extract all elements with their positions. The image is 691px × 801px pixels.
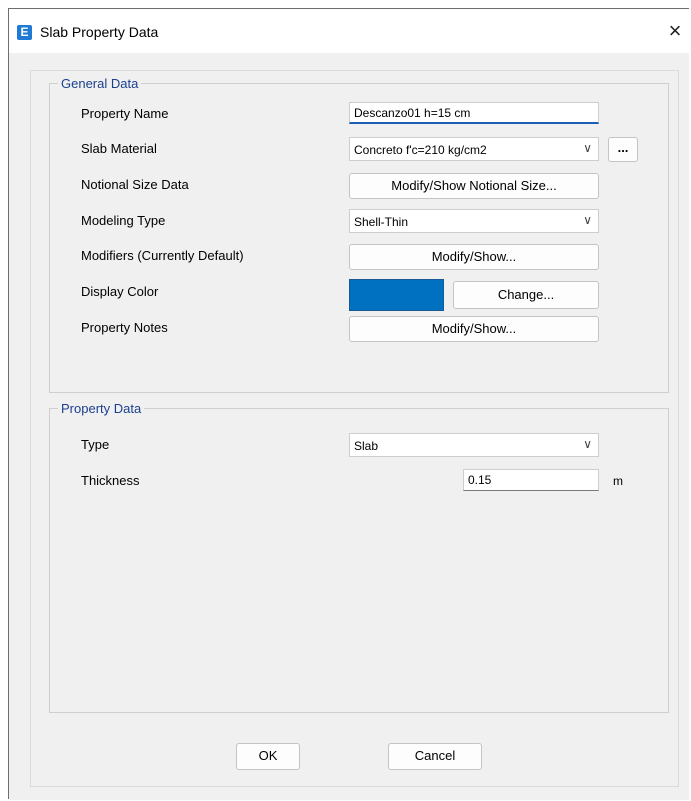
slab-material-label: Slab Material xyxy=(81,141,157,156)
type-label: Type xyxy=(81,437,110,452)
display-color-swatch xyxy=(349,279,444,311)
modeling-type-label: Modeling Type xyxy=(81,213,166,228)
chevron-down-icon: ∨ xyxy=(583,437,592,451)
display-color-label: Display Color xyxy=(81,284,159,299)
chevron-down-icon: ∨ xyxy=(583,141,592,155)
change-color-button[interactable]: Change... xyxy=(453,281,599,309)
notional-size-button[interactable]: Modify/Show Notional Size... xyxy=(349,173,599,199)
cancel-button[interactable]: Cancel xyxy=(388,743,482,770)
thickness-label: Thickness xyxy=(81,473,140,488)
slab-property-dialog: E Slab Property Data × General Data Prop… xyxy=(8,8,689,800)
modifiers-button[interactable]: Modify/Show... xyxy=(349,244,599,270)
property-notes-button[interactable]: Modify/Show... xyxy=(349,316,599,342)
etabs-app-icon: E xyxy=(17,25,32,40)
modifiers-label: Modifiers (Currently Default) xyxy=(81,248,244,263)
modeling-type-value: Shell-Thin xyxy=(354,215,409,229)
property-notes-label: Property Notes xyxy=(81,320,168,335)
slab-material-value: Concreto f'c=210 kg/cm2 xyxy=(354,143,487,157)
type-select[interactable]: Slab ∨ xyxy=(349,433,599,457)
type-value: Slab xyxy=(354,439,379,453)
content-frame: General Data Property Name Slab Material… xyxy=(30,70,679,787)
notional-size-label: Notional Size Data xyxy=(81,177,189,192)
thickness-input[interactable] xyxy=(463,469,599,491)
property-name-label: Property Name xyxy=(81,106,169,121)
slab-material-select[interactable]: Concreto f'c=210 kg/cm2 ∨ xyxy=(349,137,599,161)
dialog-body: General Data Property Name Slab Material… xyxy=(9,53,689,800)
chevron-down-icon: ∨ xyxy=(583,213,592,227)
general-data-header: General Data xyxy=(58,76,142,91)
property-name-input[interactable] xyxy=(349,102,599,124)
dialog-title: Slab Property Data xyxy=(40,24,159,40)
close-icon[interactable]: × xyxy=(661,17,689,45)
material-browse-button[interactable]: ... xyxy=(608,137,638,162)
modeling-type-select[interactable]: Shell-Thin ∨ xyxy=(349,209,599,233)
property-data-header: Property Data xyxy=(58,401,145,416)
thickness-unit: m xyxy=(613,474,623,488)
title-bar: E Slab Property Data × xyxy=(9,9,689,53)
general-data-group: General Data xyxy=(49,76,669,393)
ok-button[interactable]: OK xyxy=(236,743,300,770)
